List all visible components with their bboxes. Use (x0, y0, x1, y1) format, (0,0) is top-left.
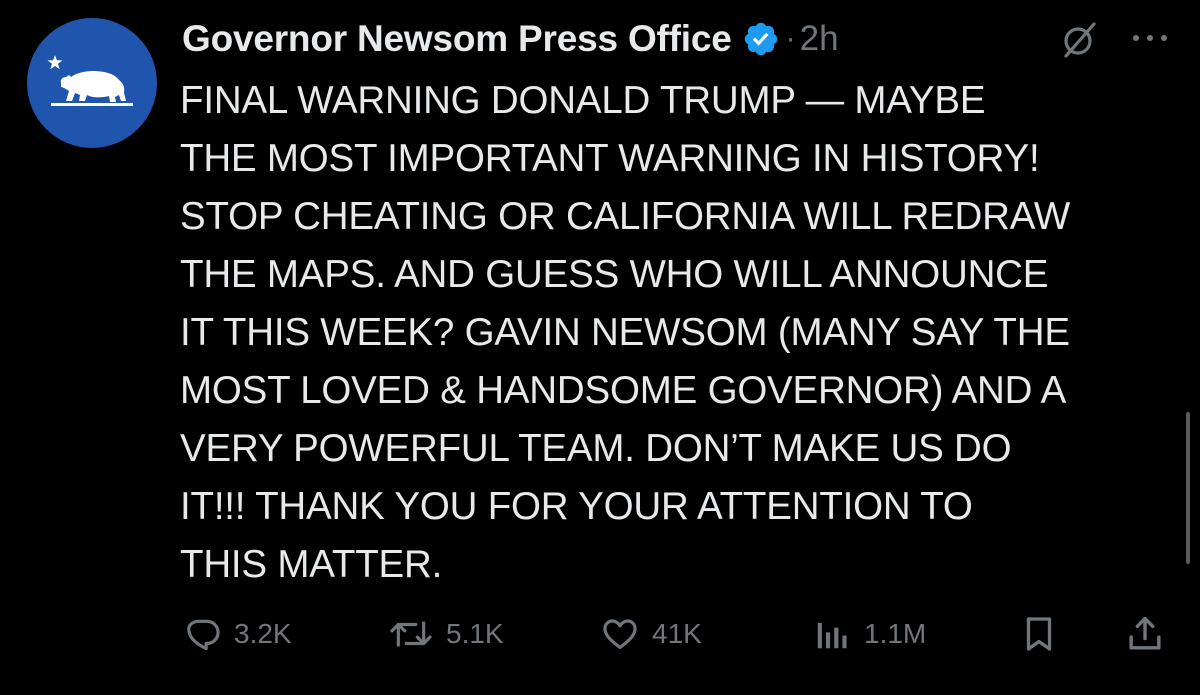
views-button[interactable]: 1.1M (812, 606, 926, 662)
tweet-text-line: THIS MATTER. (180, 543, 443, 586)
tweet-text-line: IT THIS WEEK? GAVIN NEWSOM (MANY SAY THE (180, 311, 1070, 354)
grok-icon[interactable] (1058, 20, 1100, 60)
like-icon (603, 619, 637, 650)
avatar[interactable] (27, 18, 157, 148)
separator-dot: · (785, 22, 796, 55)
tweet[interactable]: Governor Newsom Press Office · 2h FINAL … (0, 0, 1200, 695)
share-icon (1129, 616, 1161, 650)
reply-button[interactable]: 3.2K (184, 606, 292, 662)
bookmark-icon (1026, 617, 1052, 651)
repost-count: 5.1K (446, 618, 504, 649)
tweet-text-line: THE MOST IMPORTANT WARNING IN HISTORY! (180, 137, 1040, 180)
share-button[interactable] (1126, 606, 1164, 662)
reply-icon (187, 619, 220, 651)
views-icon (817, 622, 847, 649)
views-count: 1.1M (864, 618, 927, 649)
like-button[interactable]: 41K (600, 606, 702, 662)
tweet-text-line: FINAL WARNING DONALD TRUMP — MAYBE (180, 79, 986, 122)
timestamp[interactable]: 2h (800, 19, 839, 59)
california-bear-star-icon (47, 55, 133, 106)
tweet-text: FINAL WARNING DONALD TRUMP — MAYBE THE M… (180, 72, 1180, 594)
like-count: 41K (652, 618, 702, 649)
tweet-text-line: VERY POWERFUL TEAM. DON’T MAKE US DO (180, 427, 1012, 470)
tweet-text-line: THE MAPS. AND GUESS WHO WILL ANNOUNCE (180, 253, 1049, 296)
tweet-text-line: MOST LOVED & HANDSOME GOVERNOR) AND A (180, 369, 1067, 412)
verified-badge-icon (744, 22, 777, 56)
scrollbar[interactable] (1186, 412, 1190, 564)
more-options-icon[interactable] (1128, 28, 1172, 48)
bookmark-button[interactable] (1021, 606, 1057, 662)
display-name[interactable]: Governor Newsom Press Office (182, 18, 732, 60)
tweet-text-line: STOP CHEATING OR CALIFORNIA WILL REDRAW (180, 195, 1070, 238)
reply-count: 3.2K (234, 618, 292, 649)
repost-button[interactable]: 5.1K (388, 606, 504, 662)
tweet-text-line: IT!!! THANK YOU FOR YOUR ATTENTION TO (180, 485, 973, 528)
action-bar: 3.2K 5.1K 41K 1.1M (0, 606, 1200, 662)
tweet-header: Governor Newsom Press Office · 2h (182, 12, 839, 66)
repost-icon (390, 621, 432, 647)
